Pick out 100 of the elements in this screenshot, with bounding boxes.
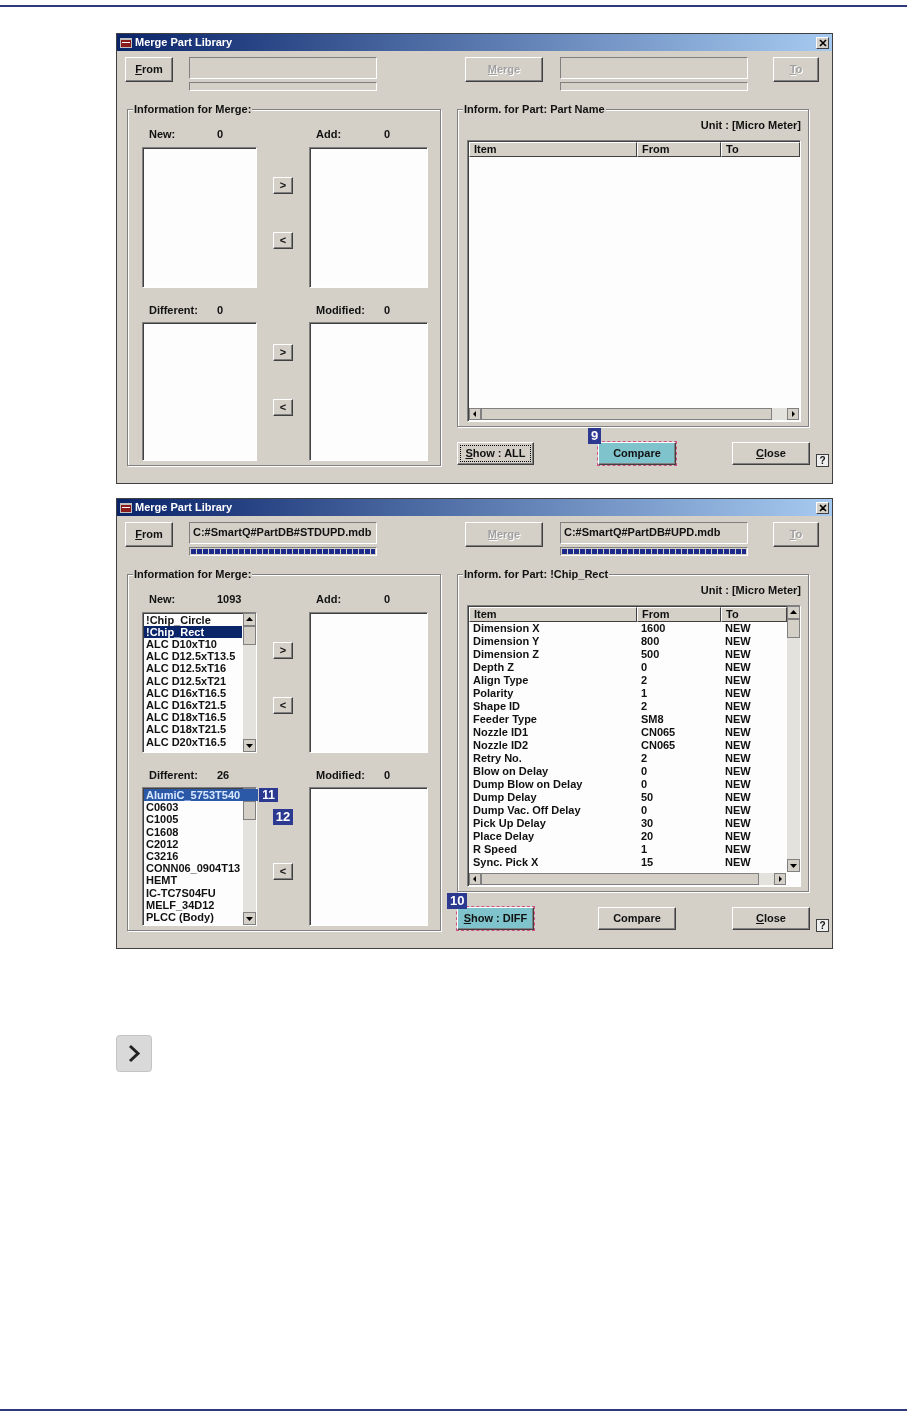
list-item[interactable]: ALC D16xT16.5	[144, 686, 242, 699]
list-box[interactable]	[142, 322, 257, 461]
list-item[interactable]: PLCC (Body)	[144, 911, 242, 924]
table-cell-text: 15	[640, 855, 655, 869]
list-item[interactable]: C1005	[144, 813, 242, 826]
list-label: Different:	[149, 302, 199, 318]
table-cell-text: NEW	[724, 725, 752, 739]
column-header[interactable]: Item	[469, 606, 637, 622]
list-box[interactable]	[309, 787, 428, 926]
arrow-button[interactable]: >	[273, 344, 293, 361]
column-header[interactable]: Item	[469, 141, 637, 157]
column-header[interactable]: From	[637, 141, 721, 157]
close-icon	[817, 37, 829, 48]
help-button[interactable]: ?	[816, 919, 829, 932]
list-count: 0	[384, 302, 391, 318]
table-cell-text: 500	[640, 647, 661, 661]
list-count: 0	[217, 127, 224, 142]
show-button[interactable]: Show : ALL	[457, 442, 534, 465]
callout-badge: 12	[272, 809, 294, 825]
close-button[interactable]: Close	[732, 907, 810, 930]
app-icon	[120, 36, 132, 49]
list-item[interactable]: ALC D16xT21.5	[144, 698, 242, 712]
chevron-icon	[116, 1035, 152, 1072]
table-cell-text: 2	[640, 673, 649, 687]
table-cell-text: 0	[640, 764, 649, 778]
compare-button[interactable]: Compare	[598, 442, 676, 465]
unit-label: Unit : [Micro Meter]	[700, 118, 801, 133]
arrow-button[interactable]: <	[273, 863, 293, 880]
list-item[interactable]: ALC D20xT16.5	[144, 735, 242, 748]
close-button[interactable]	[816, 501, 829, 514]
table-cell-text: 0	[640, 803, 649, 817]
table-cell-text: Retry No.	[472, 751, 523, 765]
list-item[interactable]: C0603	[144, 801, 242, 814]
column-header[interactable]: To	[721, 141, 800, 157]
list-item[interactable]: ALC D18xT16.5	[144, 711, 242, 724]
table-cell-text: Shape ID	[472, 699, 522, 713]
list-box[interactable]	[309, 146, 428, 288]
list-label: New:	[149, 592, 177, 607]
table-cell-text: Dump Blow on Delay	[472, 777, 584, 791]
list-count: 0	[217, 302, 224, 318]
list-item[interactable]: ALC D12.5xT13.5	[144, 650, 242, 663]
list-item[interactable]: ALC D10xT10	[144, 637, 242, 651]
from-button[interactable]: From	[125, 57, 173, 82]
arrow-button[interactable]: <	[273, 696, 293, 714]
table-cell-text: 50	[640, 790, 655, 804]
table-cell-text: NEW	[724, 803, 752, 817]
show-button[interactable]: Show : DIFF	[457, 907, 534, 930]
callout-badge: 11	[259, 788, 278, 802]
table-cell-text: NEW	[724, 712, 752, 726]
list-label: Add:	[316, 127, 343, 142]
path-field[interactable]	[189, 57, 377, 79]
table-cell-text: Blow on Delay	[472, 764, 550, 778]
table-cell-text: NEW	[724, 855, 752, 869]
column-header[interactable]: From	[637, 606, 721, 622]
list-item[interactable]: C2012	[144, 837, 242, 850]
list-item[interactable]: HEMT	[144, 874, 242, 887]
table-cell-text: NEW	[724, 842, 752, 856]
list-item[interactable]: ALC D12.5xT16	[144, 662, 242, 675]
app-icon	[120, 501, 132, 514]
list-count: 1093	[217, 592, 242, 607]
table-cell-text: Depth Z	[472, 660, 515, 674]
list-item[interactable]: C3216	[144, 850, 242, 863]
help-button[interactable]: ?	[816, 454, 829, 467]
close-icon	[817, 502, 829, 513]
table-cell-text: NEW	[724, 673, 752, 687]
list-item[interactable]: ALC D18xT21.5	[144, 723, 242, 736]
list-item[interactable]: C1608	[144, 825, 242, 838]
list-box[interactable]	[142, 146, 257, 288]
list-item[interactable]: !Chip_Circle	[144, 613, 242, 626]
path-field[interactable]	[560, 57, 748, 79]
list-item[interactable]: ALC D12.5xT21	[144, 674, 242, 687]
table-cell-text: 1600	[640, 621, 667, 635]
list-box[interactable]	[309, 322, 428, 461]
close-button[interactable]	[816, 36, 829, 49]
table-cell-text: 800	[640, 634, 661, 648]
list-item[interactable]: MELF_34D12	[144, 898, 242, 912]
arrow-button[interactable]: >	[273, 176, 293, 194]
path-field[interactable]: C:#SmartQ#PartDB#STDUPD.mdb	[189, 522, 377, 544]
arrow-button[interactable]: <	[273, 399, 293, 416]
table-cell-text: NEW	[724, 829, 752, 843]
compare-button[interactable]: Compare	[598, 907, 676, 930]
table-cell-text: Dimension X	[472, 621, 541, 635]
table-cell-text: 30	[640, 816, 655, 830]
table-cell-text: NEW	[724, 634, 752, 648]
path-field[interactable]: C:#SmartQ#PartDB#UPD.mdb	[560, 522, 748, 544]
list-box[interactable]	[309, 611, 428, 753]
arrow-button[interactable]: <	[273, 231, 293, 249]
close-button[interactable]: Close	[732, 442, 810, 465]
table-cell-text: Align Type	[472, 673, 530, 687]
arrow-button[interactable]: >	[273, 641, 293, 659]
list-label: Add:	[316, 592, 343, 607]
column-header[interactable]: To	[721, 606, 787, 622]
table-cell-text: Place Delay	[472, 829, 536, 843]
list-item[interactable]: CONN06_0904T13	[144, 862, 242, 875]
from-button[interactable]: From	[125, 522, 173, 547]
table-cell-text: Polarity	[472, 686, 515, 700]
table-cell-text: Pick Up Delay	[472, 816, 547, 830]
list-item[interactable]: IC-TC7S04FU	[144, 886, 242, 899]
list-box[interactable]: !Chip_Circle !Chip_Rect ALC D10xT10 ALC D12.5xT13.5 ALC D12.5xT16 ALC D12.5xT21 ALC D16xT16.5 ALC D16xT21.5 ALC D18xT16.5 ALC D18xT21.5 ALC D20xT16.5	[142, 611, 257, 753]
list-item[interactable]: !Chip_Rect	[144, 625, 242, 638]
